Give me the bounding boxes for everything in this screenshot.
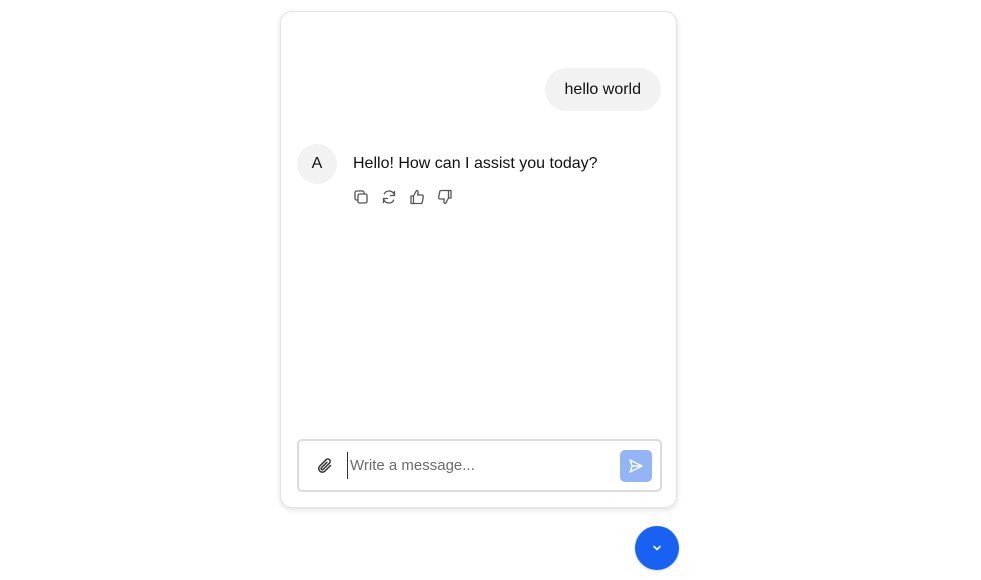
thumbs-down-icon <box>438 189 452 205</box>
thumbs-down-button[interactable] <box>436 186 454 208</box>
chat-window: hello world A Hello! How can I assist yo… <box>280 11 677 508</box>
regenerate-button[interactable] <box>380 186 398 208</box>
avatar-letter: A <box>311 155 323 172</box>
user-message-text: hello world <box>564 81 641 98</box>
send-icon <box>629 459 643 473</box>
attach-button[interactable] <box>314 455 336 477</box>
regenerate-icon <box>382 190 396 204</box>
send-button[interactable] <box>620 450 652 482</box>
chevron-down-icon <box>653 545 661 551</box>
assistant-avatar: A <box>297 144 337 184</box>
copy-icon <box>354 190 368 204</box>
message-actions <box>352 186 454 208</box>
thumbs-up-icon <box>410 189 424 205</box>
assistant-message: A Hello! How can I assist you today? <box>297 144 660 224</box>
user-message-bubble: hello world <box>544 68 661 111</box>
scroll-to-bottom-button[interactable] <box>635 526 679 570</box>
copy-button[interactable] <box>352 186 370 208</box>
message-input[interactable] <box>347 452 612 479</box>
paperclip-icon <box>318 458 332 473</box>
thumbs-up-button[interactable] <box>408 186 426 208</box>
assistant-message-text: Hello! How can I assist you today? <box>353 155 598 172</box>
message-composer <box>297 439 662 492</box>
